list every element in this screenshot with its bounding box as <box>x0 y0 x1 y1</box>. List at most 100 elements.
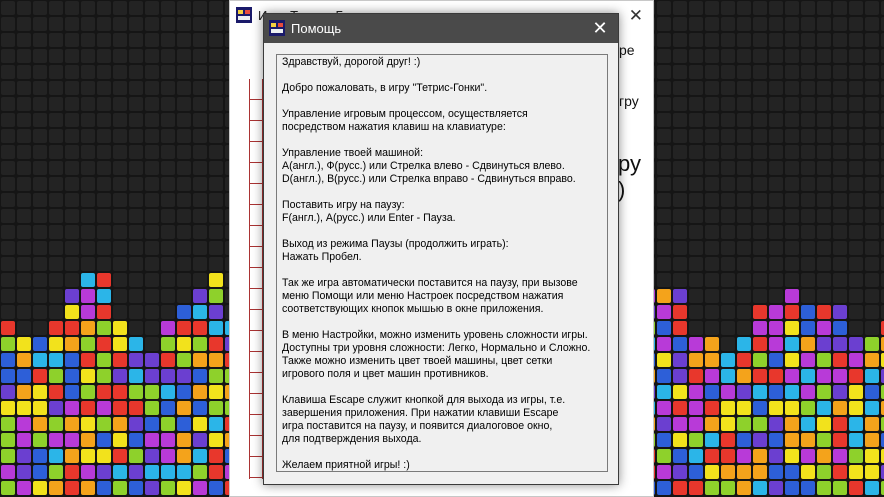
tetris-block <box>1 353 15 367</box>
close-icon[interactable]: ✕ <box>582 14 618 43</box>
tetris-block <box>833 481 847 495</box>
help-text-line <box>282 381 607 394</box>
empty-cell <box>97 33 111 47</box>
empty-cell <box>49 113 63 127</box>
empty-cell <box>737 1 751 15</box>
tetris-block <box>753 321 767 335</box>
empty-cell <box>17 1 31 15</box>
tetris-block <box>673 385 687 399</box>
main-close-icon[interactable]: ✕ <box>629 7 643 25</box>
empty-cell <box>785 81 799 95</box>
empty-cell <box>785 145 799 159</box>
tetris-block <box>801 465 815 479</box>
help-text-box[interactable]: Здравствуй, дорогой друг! :) Добро пожало… <box>276 54 608 472</box>
empty-cell <box>193 193 207 207</box>
empty-cell <box>689 129 703 143</box>
help-text-line: Добро пожаловать, в игру "Тетрис-Гонки". <box>282 82 488 94</box>
empty-cell <box>49 193 63 207</box>
tetris-block <box>657 337 671 351</box>
help-titlebar[interactable]: Помощь ✕ <box>264 14 618 43</box>
empty-cell <box>657 97 671 111</box>
empty-cell <box>801 177 815 191</box>
empty-cell <box>17 257 31 271</box>
empty-cell <box>49 225 63 239</box>
grid-cell <box>250 436 262 457</box>
empty-cell <box>1 257 15 271</box>
tetris-block <box>193 289 207 303</box>
tetris-block <box>721 465 735 479</box>
tetris-block <box>657 401 671 415</box>
empty-cell <box>849 289 863 303</box>
empty-cell <box>145 49 159 63</box>
tetris-block <box>833 449 847 463</box>
empty-cell <box>721 97 735 111</box>
empty-cell <box>657 241 671 255</box>
empty-cell <box>769 113 783 127</box>
tetris-block <box>833 337 847 351</box>
tetris-block <box>817 401 831 415</box>
tetris-block <box>833 321 847 335</box>
tetris-block <box>689 481 703 495</box>
empty-cell <box>865 145 879 159</box>
empty-cell <box>737 321 751 335</box>
tetris-block <box>689 353 703 367</box>
empty-cell <box>1 193 15 207</box>
empty-cell <box>17 145 31 159</box>
empty-cell <box>81 1 95 15</box>
empty-cell <box>65 81 79 95</box>
empty-cell <box>113 113 127 127</box>
empty-cell <box>129 305 143 319</box>
empty-cell <box>849 49 863 63</box>
tetris-block <box>33 353 47 367</box>
empty-cell <box>193 97 207 111</box>
empty-cell <box>721 129 735 143</box>
tetris-block <box>785 353 799 367</box>
empty-cell <box>817 225 831 239</box>
tetris-block <box>193 305 207 319</box>
tetris-block <box>737 481 751 495</box>
empty-cell <box>689 1 703 15</box>
empty-cell <box>177 81 191 95</box>
help-dialog: Помощь ✕ Здравствуй, дорогой друг! :) Доб… <box>263 13 619 485</box>
grid-cell <box>250 247 262 268</box>
empty-cell <box>97 161 111 175</box>
empty-cell <box>1 33 15 47</box>
tetris-block <box>129 337 143 351</box>
tetris-block <box>65 369 79 383</box>
tetris-block <box>801 321 815 335</box>
empty-cell <box>721 273 735 287</box>
empty-cell <box>145 81 159 95</box>
tetris-block <box>849 353 863 367</box>
tetris-block <box>849 385 863 399</box>
empty-cell <box>689 113 703 127</box>
empty-cell <box>81 241 95 255</box>
tetris-block <box>49 385 63 399</box>
empty-cell <box>865 1 879 15</box>
empty-cell <box>689 177 703 191</box>
tetris-block <box>113 433 127 447</box>
empty-cell <box>33 49 47 63</box>
tetris-block <box>657 385 671 399</box>
empty-cell <box>49 161 63 175</box>
tetris-block <box>689 385 703 399</box>
tetris-block <box>193 449 207 463</box>
empty-cell <box>65 161 79 175</box>
empty-cell <box>689 209 703 223</box>
tetris-block <box>689 401 703 415</box>
tetris-block <box>737 385 751 399</box>
tetris-block <box>865 449 879 463</box>
tetris-block <box>81 385 95 399</box>
empty-cell <box>161 241 175 255</box>
tetris-block <box>81 305 95 319</box>
tetris-block <box>193 353 207 367</box>
tetris-block <box>113 353 127 367</box>
tetris-block <box>737 433 751 447</box>
empty-cell <box>193 1 207 15</box>
empty-cell <box>705 1 719 15</box>
empty-cell <box>721 81 735 95</box>
tetris-block <box>817 481 831 495</box>
empty-cell <box>849 129 863 143</box>
empty-cell <box>1 17 15 31</box>
tetris-block <box>145 385 159 399</box>
empty-cell <box>145 337 159 351</box>
